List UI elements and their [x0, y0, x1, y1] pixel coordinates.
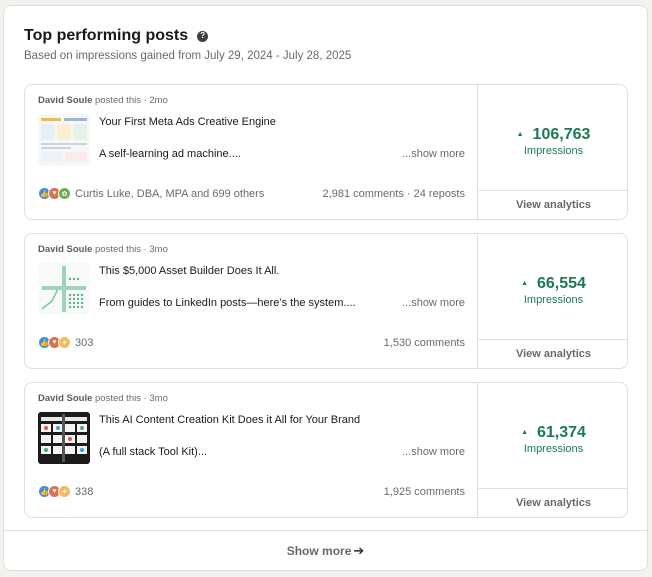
- impressions-metric: ▲ 61,374 Impressions: [478, 421, 627, 455]
- impressions-value: 61,374: [537, 423, 586, 441]
- engagement-counts[interactable]: 1,925 comments: [384, 486, 465, 498]
- impressions-value: 66,554: [537, 274, 586, 292]
- impressions-label: Impressions: [523, 293, 584, 306]
- post-headline[interactable]: This AI Content Creation Kit Does it All…: [99, 414, 360, 426]
- post-time: posted this · 3mo: [92, 393, 168, 404]
- view-analytics-button[interactable]: View analytics: [478, 339, 627, 368]
- insightful-reaction-icon: ✦: [58, 485, 71, 498]
- post-headline[interactable]: Your First Meta Ads Creative Engine: [99, 116, 276, 128]
- show-more-label: Show more: [286, 543, 352, 558]
- post-metrics: ▲ 106,763 Impressions View analytics: [477, 85, 627, 219]
- post-byline: David Soule posted this · 3mo: [38, 393, 168, 404]
- reaction-icons: 👍 ♥ ✦: [38, 485, 71, 498]
- reaction-icons: 👍 ♥ ✿: [38, 187, 71, 200]
- post-time: posted this · 2mo: [92, 95, 168, 106]
- post-metrics: ▲ 61,374 Impressions View analytics: [477, 383, 627, 517]
- reactions-summary[interactable]: 👍 ♥ ✿ Curtis Luke, DBA, MPA and 699 othe…: [38, 187, 264, 200]
- trend-up-icon: ▲: [521, 429, 528, 436]
- help-icon[interactable]: ?: [197, 30, 209, 42]
- reactions-summary[interactable]: 👍 ♥ ✦ 338: [38, 485, 93, 498]
- show-more-link[interactable]: ...show more: [402, 148, 465, 160]
- card-subtitle: Based on impressions gained from July 29…: [24, 50, 352, 62]
- impressions-value: 106,763: [532, 125, 591, 143]
- post-thumbnail[interactable]: [38, 412, 90, 464]
- post-excerpt: A self-learning ad machine....: [99, 148, 241, 160]
- post-card[interactable]: David Soule posted this · 3mo: [24, 382, 628, 518]
- post-content[interactable]: David Soule posted this · 3mo: [25, 234, 477, 368]
- reactions-summary[interactable]: 👍 ♥ ✦ 303: [38, 336, 93, 349]
- post-author[interactable]: David Soule: [38, 95, 92, 106]
- reactions-text[interactable]: Curtis Luke, DBA, MPA and 699 others: [75, 188, 264, 200]
- impressions-label: Impressions: [523, 144, 584, 157]
- post-byline: David Soule posted this · 3mo: [38, 244, 168, 255]
- impressions-metric: ▲ 106,763 Impressions: [478, 123, 627, 157]
- trend-up-icon: ▲: [516, 131, 524, 138]
- title-row: Top performing posts ?: [24, 27, 209, 45]
- top-posts-card: Top performing posts ? Based on impressi…: [3, 5, 648, 571]
- post-content[interactable]: David Soule posted this · 2mo Your First…: [25, 85, 477, 219]
- post-headline[interactable]: This $5,000 Asset Builder Does It All.: [99, 265, 279, 277]
- post-metrics: ▲ 66,554 Impressions View analytics: [477, 234, 627, 368]
- post-content[interactable]: David Soule posted this · 3mo: [25, 383, 477, 517]
- insightful-reaction-icon: ✦: [58, 336, 71, 349]
- view-analytics-button[interactable]: View analytics: [478, 190, 627, 219]
- show-more-link[interactable]: ...show more: [402, 446, 465, 458]
- post-author[interactable]: David Soule: [38, 393, 92, 404]
- post-excerpt: (A full stack Tool Kit)...: [99, 446, 208, 458]
- post-author[interactable]: David Soule: [38, 244, 92, 255]
- arrow-right-icon: ➔: [353, 542, 365, 558]
- impressions-label: Impressions: [523, 442, 584, 455]
- support-reaction-icon: ✿: [58, 187, 71, 200]
- post-card[interactable]: David Soule posted this · 2mo Your First…: [24, 84, 628, 220]
- engagement-counts[interactable]: 2,981 comments · 24 reposts: [323, 188, 465, 200]
- reactions-count[interactable]: 338: [75, 486, 93, 498]
- post-time: posted this · 3mo: [92, 244, 168, 255]
- card-title: Top performing posts: [24, 27, 189, 44]
- reactions-count[interactable]: 303: [75, 337, 93, 349]
- impressions-metric: ▲ 66,554 Impressions: [478, 272, 627, 306]
- post-thumbnail[interactable]: [38, 263, 90, 315]
- post-excerpt: From guides to LinkedIn posts—here’s the…: [99, 297, 356, 309]
- trend-up-icon: ▲: [521, 280, 528, 287]
- show-more-link[interactable]: ...show more: [402, 297, 465, 309]
- reaction-icons: 👍 ♥ ✦: [38, 336, 71, 349]
- post-byline: David Soule posted this · 2mo: [38, 95, 168, 106]
- view-analytics-button[interactable]: View analytics: [478, 488, 627, 517]
- post-card[interactable]: David Soule posted this · 3mo: [24, 233, 628, 369]
- show-more-button[interactable]: Show more ➔: [4, 530, 647, 570]
- post-thumbnail[interactable]: [38, 114, 90, 166]
- engagement-counts[interactable]: 1,530 comments: [384, 337, 465, 349]
